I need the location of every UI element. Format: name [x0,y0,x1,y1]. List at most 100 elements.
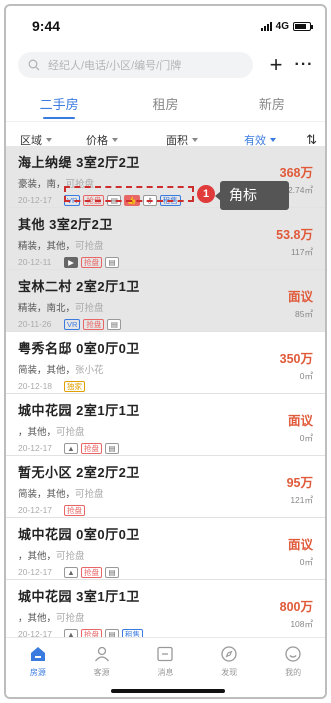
listing-decoration: 简装，其他， [18,365,76,376]
listing-decoration: 精装，南北， [18,303,76,314]
listing-note: 可抢盘 [56,613,85,624]
listing-row[interactable]: 城中花园 0室0厅0卫 ，其他，可抢盘 20-12-17 ▲ 抢盘 ▤ 面议 0㎡ [6,518,325,580]
listing-row[interactable]: 其他 3室2厅2卫 精装，其他，可抢盘 20-12-11 ▶ 抢盘 ▤ 53.8万 117㎡ [6,208,325,270]
document-icon: ▤ [105,442,119,454]
listing-desc: ，其他，可抢盘 [18,424,313,438]
search-row: 经纪人/电话/小区/编号/门牌 + ··· [6,46,325,78]
caret-down-icon [192,137,198,142]
document-icon: ▤ [107,318,122,330]
listing-desc: ，其他，可抢盘 [18,548,313,562]
listing-meta: 20-12-11 ▶ 抢盘 ▤ [18,256,313,268]
nav-clients-label: 客源 [93,668,110,677]
listing-tags: VR 抢盘 ▤ [64,318,122,330]
tab-second-hand[interactable]: 二手房 [6,82,112,121]
grab-tag: 抢盘 [64,504,85,516]
listing-decoration: ，其他， [18,613,57,624]
listing-meta: 20-12-17 ▲ 抢盘 ▤ [18,566,313,578]
document-icon: ▤ [105,566,119,578]
listing-row[interactable]: 宝林二村 2室2厅1卫 精装，南北，可抢盘 20-11-26 VR 抢盘 ▤ 面议 85㎡ [6,270,325,332]
image-icon: ▲ [64,442,78,454]
listing-price: 95万 [286,476,313,490]
listing-meta: 20-12-17 ▲ 抢盘 ▤ [18,442,313,454]
listing-area: 0㎡ [299,433,313,443]
listing-row[interactable]: 城中花园 3室1厅1卫 ，其他，可抢盘 20-12-17 ▲ 抢盘 ▤ 租售 800万 108㎡ [6,580,325,642]
listing-row[interactable]: 暂无小区 2室2厅2卫 简装，其他，可抢盘 20-12-17 抢盘 95万 121㎡ [6,456,325,518]
vr-tag: VR [64,318,81,330]
listing-decoration: ，其他， [18,551,57,562]
listing-title: 宝林二村 2室2厅1卫 [18,279,140,294]
battery-icon [293,21,313,31]
caret-down-icon [46,137,52,142]
search-input[interactable]: 经纪人/电话/小区/编号/门牌 [18,52,253,78]
corner-tag-highlight [64,186,194,202]
listing-price: 350万 [279,352,313,366]
nav-discover-label: 发现 [221,668,238,677]
home-indicator [111,689,225,693]
listing-area: 121㎡ [290,495,313,505]
search-placeholder: 经纪人/电话/小区/编号/门牌 [48,60,182,72]
message-icon [134,644,198,664]
video-icon: ▶ [64,256,78,268]
callout-label: 角标 [220,181,289,210]
nav-messages-label: 消息 [157,668,174,677]
listing-row[interactable]: 粤秀名邸 0室0厅0卫 简装，其他，张小花 20-12-18 独家 350万 0㎡ [6,332,325,394]
tab-rental[interactable]: 租房 [112,82,218,121]
listing-price: 面议 [287,414,313,428]
listing-date: 20-12-11 [18,257,52,267]
listing-title: 城中花园 2室1厅1卫 [18,403,140,418]
listing-note: 可抢盘 [75,489,104,500]
smile-icon [261,644,325,664]
exclusive-tag: 独家 [64,380,85,392]
listing-note: 可抢盘 [75,241,104,252]
listing-decoration: 精装，其他， [18,241,76,252]
listing-title: 粤秀名邸 0室0厅0卫 [18,341,140,356]
listing-meta: 20-12-18 独家 [18,380,313,392]
listing-area: 117㎡ [290,247,313,257]
listing-price: 368万 [279,166,313,180]
listing-area: 0㎡ [299,371,313,381]
tab-new-home[interactable]: 新房 [219,82,325,121]
listing-note: 可抢盘 [75,303,104,314]
listing-price: 53.8万 [276,228,313,242]
listing-decoration: 豪装，南， [18,179,66,190]
listing-tags: ▲ 抢盘 ▤ [64,566,119,578]
listing-tags: 抢盘 [64,504,85,516]
status-time: 9:44 [32,18,61,34]
nav-listings-label: 房源 [29,668,46,677]
caret-down-icon [270,137,276,142]
listing-list: 海上纳缇 3室2厅2卫 豪装，南，可抢盘 20-12-17 VR 抢盘 ▤ 👍 ⚷ 租售 368万… [6,146,325,642]
signal-icon [260,21,272,31]
listing-area: 85㎡ [295,309,313,319]
grab-tag: 抢盘 [81,566,102,578]
nav-listings[interactable]: 房源 [6,638,70,697]
status-bar: 9:44 4G [6,6,325,46]
listing-date: 20-12-17 [18,443,53,453]
listing-title: 海上纳缇 3室2厅2卫 [18,155,140,170]
listing-meta: 20-12-17 抢盘 [18,504,313,516]
plus-icon[interactable]: + [265,54,287,76]
more-icon[interactable]: ··· [293,56,315,74]
listing-desc: 简装，其他，可抢盘 [18,486,313,500]
listing-date: 20-12-18 [18,381,53,391]
listing-decoration: 简装，其他， [18,489,76,500]
listing-title: 城中花园 3室1厅1卫 [18,589,140,604]
listing-date: 20-12-17 [18,195,53,205]
nav-profile-label: 我的 [285,668,302,677]
listing-desc: 精装，其他，可抢盘 [18,238,313,252]
grab-tag: 抢盘 [83,318,105,330]
listing-row[interactable]: 城中花园 2室1厅1卫 ，其他，可抢盘 20-12-17 ▲ 抢盘 ▤ 面议 0㎡ [6,394,325,456]
phone-screen: 9:44 4G 经纪人/电话/小区/编号/门牌 + ··· 二手房 租房 新房 … [4,4,327,699]
nav-profile[interactable]: 我的 [261,638,325,697]
listing-type-tabs: 二手房 租房 新房 [6,82,325,122]
status-indicators: 4G [260,21,313,32]
grab-tag: 抢盘 [81,442,102,454]
listing-note: 可抢盘 [56,427,85,438]
listing-decoration: ，其他， [18,427,57,438]
listing-tags: ▶ 抢盘 ▤ [64,256,119,268]
listing-date: 20-11-26 [18,319,52,329]
listing-title: 城中花园 0室0厅0卫 [18,527,140,542]
listing-tags: 独家 [64,380,85,392]
image-icon: ▲ [64,566,78,578]
listing-price: 800万 [279,600,313,614]
caret-down-icon [112,137,118,142]
